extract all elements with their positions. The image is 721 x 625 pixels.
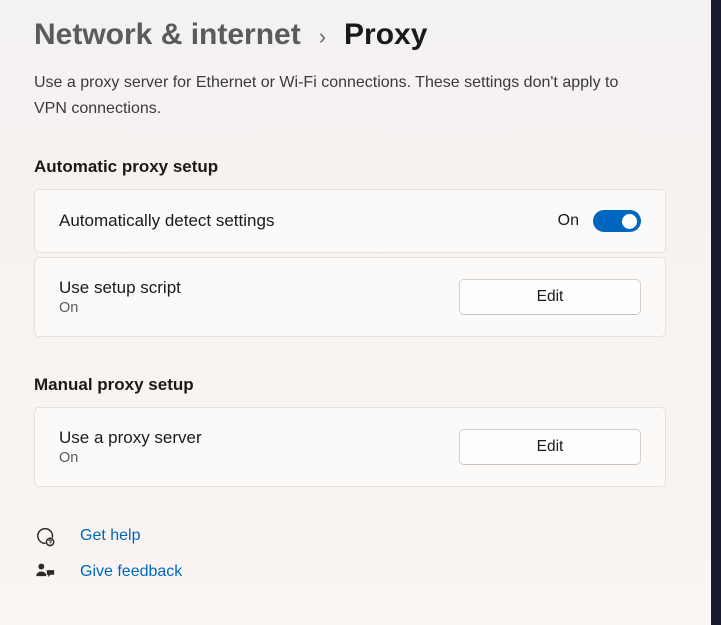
- proxy-server-labels: Use a proxy server On: [59, 428, 202, 466]
- card-auto-detect: Automatically detect settings On: [34, 189, 666, 253]
- auto-detect-title: Automatically detect settings: [59, 211, 274, 231]
- breadcrumb-parent-link[interactable]: Network & internet: [34, 18, 301, 52]
- page-title: Proxy: [344, 18, 427, 52]
- auto-detect-toggle-state: On: [558, 212, 579, 230]
- settings-proxy-page: Network & internet › Proxy Use a proxy s…: [0, 0, 700, 583]
- section-header-manual: Manual proxy setup: [34, 375, 666, 395]
- chevron-right-icon: ›: [319, 24, 326, 50]
- setup-script-labels: Use setup script On: [59, 278, 181, 316]
- card-setup-script: Use setup script On Edit: [34, 257, 666, 337]
- setup-script-state: On: [59, 300, 181, 316]
- get-help-link[interactable]: Get help: [34, 525, 666, 547]
- proxy-server-state: On: [59, 450, 202, 466]
- card-proxy-server: Use a proxy server On Edit: [34, 407, 666, 487]
- feedback-icon: [34, 561, 56, 583]
- footer-links: Get help Give feedback: [34, 525, 666, 583]
- section-header-automatic: Automatic proxy setup: [34, 157, 666, 177]
- give-feedback-label: Give feedback: [80, 563, 182, 581]
- window-right-edge: [711, 0, 721, 625]
- give-feedback-link[interactable]: Give feedback: [34, 561, 666, 583]
- proxy-server-title: Use a proxy server: [59, 428, 202, 448]
- card-auto-detect-label: Automatically detect settings: [59, 211, 274, 231]
- manual-card-stack: Use a proxy server On Edit: [34, 407, 666, 487]
- setup-script-title: Use setup script: [59, 278, 181, 298]
- help-icon: [34, 525, 56, 547]
- auto-detect-toggle[interactable]: [593, 210, 641, 232]
- get-help-label: Get help: [80, 527, 140, 545]
- automatic-card-stack: Automatically detect settings On Use set…: [34, 189, 666, 337]
- auto-detect-toggle-wrap: On: [558, 210, 641, 232]
- setup-script-edit-button[interactable]: Edit: [459, 279, 641, 315]
- breadcrumb: Network & internet › Proxy: [34, 18, 666, 52]
- page-description: Use a proxy server for Ethernet or Wi-Fi…: [34, 70, 634, 121]
- proxy-server-edit-button[interactable]: Edit: [459, 429, 641, 465]
